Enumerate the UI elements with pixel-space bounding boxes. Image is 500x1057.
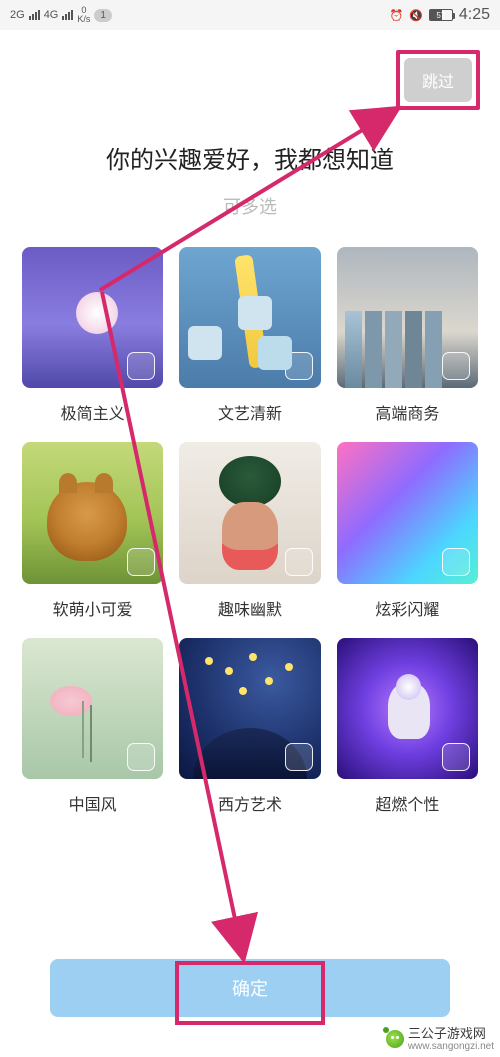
checkbox-icon[interactable] <box>442 743 470 771</box>
checkbox-icon[interactable] <box>442 548 470 576</box>
thumbnail-fun <box>179 442 320 583</box>
interest-card-chinese[interactable]: 中国风 <box>22 638 163 815</box>
status-right: ⏰ 🔇 57 4:25 <box>389 6 490 24</box>
interest-card-business[interactable]: 高端商务 <box>337 247 478 424</box>
watermark-logo-icon <box>386 1030 404 1048</box>
watermark-brand: 三公子游戏网 <box>408 1027 494 1041</box>
interest-card-fresh[interactable]: 文艺清新 <box>179 247 320 424</box>
interest-card-space[interactable]: 超燃个性 <box>337 638 478 815</box>
thumbnail-space <box>337 638 478 779</box>
interest-grid: 极简主义 文艺清新 高端商务 软萌小可爱 趣味幽默 炫彩闪耀 中国风 西方艺术 … <box>0 219 500 815</box>
interest-card-cute[interactable]: 软萌小可爱 <box>22 442 163 619</box>
card-label: 软萌小可爱 <box>22 596 163 620</box>
checkbox-icon[interactable] <box>285 352 313 380</box>
interest-card-western[interactable]: 西方艺术 <box>179 638 320 815</box>
speed-unit: K/s <box>77 15 90 24</box>
thumbnail-business <box>337 247 478 388</box>
checkbox-icon[interactable] <box>442 352 470 380</box>
thumbnail-minimal <box>22 247 163 388</box>
card-label: 西方艺术 <box>179 791 320 815</box>
card-label: 文艺清新 <box>179 400 320 424</box>
card-label: 超燃个性 <box>337 791 478 815</box>
thumbnail-fresh <box>179 247 320 388</box>
checkbox-icon[interactable] <box>127 352 155 380</box>
status-bar: 2G 4G 0 K/s 1 ⏰ 🔇 57 4:25 <box>0 0 500 30</box>
watermark-url: www.sangongzi.net <box>408 1041 494 1052</box>
thumbnail-colorful <box>337 442 478 583</box>
page-title: 你的兴趣爱好，我都想知道 <box>0 140 500 175</box>
mute-icon: 🔇 <box>409 9 423 22</box>
checkbox-icon[interactable] <box>127 548 155 576</box>
bottom-bar: 确定 <box>0 959 500 1017</box>
skip-button[interactable]: 跳过 <box>404 58 472 102</box>
annotation-highlight-skip: 跳过 <box>396 50 480 110</box>
battery-percent: 57 <box>430 11 452 20</box>
network-4g-label: 4G <box>44 9 59 21</box>
thumbnail-western <box>179 638 320 779</box>
thumbnail-chinese <box>22 638 163 779</box>
thumbnail-cute <box>22 442 163 583</box>
network-2g-label: 2G <box>10 9 25 21</box>
interest-card-minimal[interactable]: 极简主义 <box>22 247 163 424</box>
checkbox-icon[interactable] <box>127 743 155 771</box>
clock-time: 4:25 <box>459 6 490 24</box>
watermark: 三公子游戏网 www.sangongzi.net <box>384 1026 496 1053</box>
signal-bars-icon <box>62 10 73 20</box>
interest-card-fun[interactable]: 趣味幽默 <box>179 442 320 619</box>
interest-card-colorful[interactable]: 炫彩闪耀 <box>337 442 478 619</box>
card-label: 中国风 <box>22 791 163 815</box>
status-left: 2G 4G 0 K/s 1 <box>10 6 112 24</box>
checkbox-icon[interactable] <box>285 548 313 576</box>
confirm-button[interactable]: 确定 <box>50 959 450 1017</box>
battery-icon: 57 <box>429 9 453 21</box>
card-label: 高端商务 <box>337 400 478 424</box>
page-subtitle: 可多选 <box>0 193 500 219</box>
signal-bars-icon <box>29 10 40 20</box>
card-label: 极简主义 <box>22 400 163 424</box>
card-label: 炫彩闪耀 <box>337 596 478 620</box>
alarm-icon: ⏰ <box>389 9 403 22</box>
checkbox-icon[interactable] <box>285 743 313 771</box>
sim-badge: 1 <box>94 9 112 22</box>
card-label: 趣味幽默 <box>179 596 320 620</box>
